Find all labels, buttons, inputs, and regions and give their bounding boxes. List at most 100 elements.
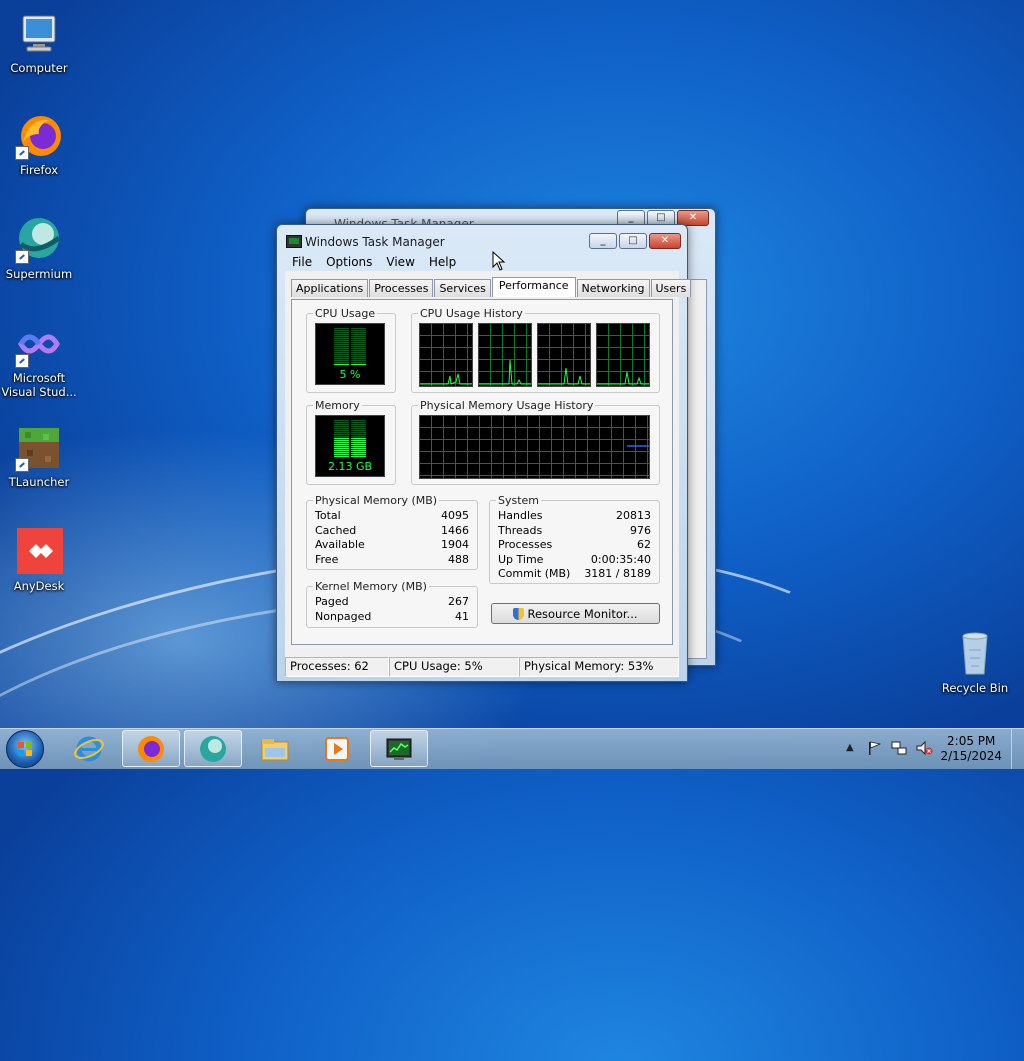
stat-label: Nonpaged — [315, 610, 372, 623]
window-controls: _ □ ✕ — [587, 233, 681, 249]
meter-segment — [334, 342, 349, 343]
meter-segment — [351, 350, 366, 351]
meter-segment — [351, 356, 366, 357]
desktop-icon-computer[interactable]: Computer — [1, 10, 77, 75]
show-hidden-icons-button[interactable]: ▲ — [846, 742, 854, 753]
meter-segment — [334, 348, 349, 349]
desktop-icon-anydesk[interactable]: AnyDesk — [1, 528, 77, 593]
system-clock[interactable]: 2:05 PM 2/15/2024 — [940, 734, 1002, 764]
cpu-history-graph-core-2 — [478, 323, 532, 387]
stat-row-commit: Commit (MB) 3181 / 8189 — [498, 567, 651, 582]
internet-explorer-icon — [74, 736, 104, 761]
stat-label: Up Time — [498, 553, 544, 566]
recycle-bin-icon — [951, 630, 999, 678]
desktop-icon-tlauncher[interactable]: TLauncher — [1, 424, 77, 489]
stat-label: Threads — [498, 524, 543, 537]
meter-segment — [351, 344, 366, 345]
status-cpu: CPU Usage: 5% — [389, 657, 519, 677]
desktop-icon-supermium[interactable]: Supermium — [1, 216, 77, 281]
stat-value: 976 — [630, 524, 651, 537]
meter-segment — [351, 424, 366, 425]
desktop-icon-visual-studio[interactable]: Microsoft Visual Stud... — [1, 320, 77, 399]
meter-segment — [334, 450, 349, 451]
stat-value: 41 — [455, 610, 469, 623]
stat-value: 1904 — [441, 538, 469, 551]
group-label: CPU Usage History — [418, 307, 525, 320]
cpu-usage-group: CPU Usage 5 % — [306, 307, 396, 393]
memory-group: Memory 2.13 GB — [306, 399, 396, 485]
desktop-icon-label: Recycle Bin — [941, 681, 1009, 695]
meter-segment — [351, 330, 366, 331]
task-manager-icon — [386, 738, 412, 760]
supermium-icon — [15, 216, 63, 264]
maximize-button[interactable]: □ — [619, 233, 647, 249]
performance-panel: CPU Usage 5 % CPU Usage History Memory 2… — [291, 299, 673, 645]
menu-view[interactable]: View — [379, 255, 421, 269]
tab-applications[interactable]: Applications — [291, 279, 369, 297]
taskbar-supermium[interactable] — [184, 730, 242, 767]
stat-row-nonpaged: Nonpaged 41 — [315, 610, 469, 625]
desktop-icon-firefox[interactable]: Firefox — [1, 112, 77, 177]
start-orb-icon — [18, 742, 32, 756]
minimize-icon: _ — [600, 235, 606, 246]
meter-segment — [334, 362, 349, 363]
taskbar-task-manager[interactable] — [370, 730, 428, 767]
meter-segment — [334, 456, 349, 457]
meter-segment — [334, 328, 349, 329]
show-desktop-button[interactable] — [1011, 729, 1024, 769]
cpu-history-graph-core-4 — [596, 323, 650, 387]
stat-value: 0:00:35:40 — [590, 553, 651, 566]
meter-segment — [334, 334, 349, 335]
meter-segment — [334, 338, 349, 339]
meter-segment — [334, 354, 349, 355]
meter-segment — [351, 430, 366, 431]
meter-segment — [351, 420, 366, 421]
group-label: Memory — [313, 399, 362, 412]
taskbar-firefox[interactable] — [122, 730, 180, 767]
tab-processes[interactable]: Processes — [369, 279, 434, 297]
computer-icon — [15, 10, 63, 58]
stat-value: 20813 — [616, 509, 651, 522]
cpu-history-graph-core-1 — [419, 323, 473, 387]
network-icon[interactable] — [890, 740, 908, 756]
maximize-icon: □ — [656, 212, 666, 223]
meter-segment — [351, 448, 366, 449]
group-label: Physical Memory (MB) — [313, 494, 440, 507]
taskbar-file-explorer[interactable] — [246, 730, 304, 767]
meter-segment — [334, 332, 349, 333]
menu-help[interactable]: Help — [422, 255, 463, 269]
meter-segment — [334, 336, 349, 337]
task-manager-app-icon — [286, 235, 302, 248]
cpu-usage-value: 5 % — [339, 368, 361, 381]
desktop-icon-label: TLauncher — [8, 475, 70, 489]
taskbar-internet-explorer[interactable] — [60, 730, 118, 767]
meter-segment — [334, 344, 349, 345]
task-manager-window[interactable]: Windows Task Manager _ □ ✕ File Options … — [276, 224, 692, 682]
meter-segment — [334, 350, 349, 351]
tab-networking[interactable]: Networking — [576, 279, 650, 297]
stat-label: Cached — [315, 524, 357, 537]
stat-value: 488 — [448, 553, 469, 566]
taskbar-media-player[interactable] — [308, 730, 366, 767]
resource-monitor-button[interactable]: Resource Monitor... — [491, 603, 660, 624]
meter-segment — [351, 328, 366, 329]
stat-row-uptime: Up Time 0:00:35:40 — [498, 553, 651, 568]
desktop-icon-label: Supermium — [5, 267, 73, 281]
tab-users[interactable]: Users — [650, 279, 692, 297]
minimize-button[interactable]: _ — [589, 233, 617, 249]
meter-segment — [351, 426, 366, 427]
action-center-flag-icon[interactable] — [866, 740, 882, 756]
menu-options[interactable]: Options — [319, 255, 379, 269]
start-button[interactable] — [6, 730, 44, 768]
button-label: Resource Monitor... — [527, 606, 638, 621]
shortcut-arrow-icon — [15, 354, 29, 368]
tab-services[interactable]: Services — [434, 279, 491, 297]
meter-segment — [351, 364, 366, 365]
menu-file[interactable]: File — [285, 255, 319, 269]
tab-performance[interactable]: Performance — [491, 277, 576, 297]
meter-segment — [334, 434, 349, 435]
meter-segment — [334, 452, 349, 453]
close-button[interactable]: ✕ — [649, 233, 681, 249]
volume-muted-icon[interactable] — [915, 740, 933, 756]
desktop-icon-recycle-bin[interactable]: Recycle Bin — [937, 630, 1013, 695]
